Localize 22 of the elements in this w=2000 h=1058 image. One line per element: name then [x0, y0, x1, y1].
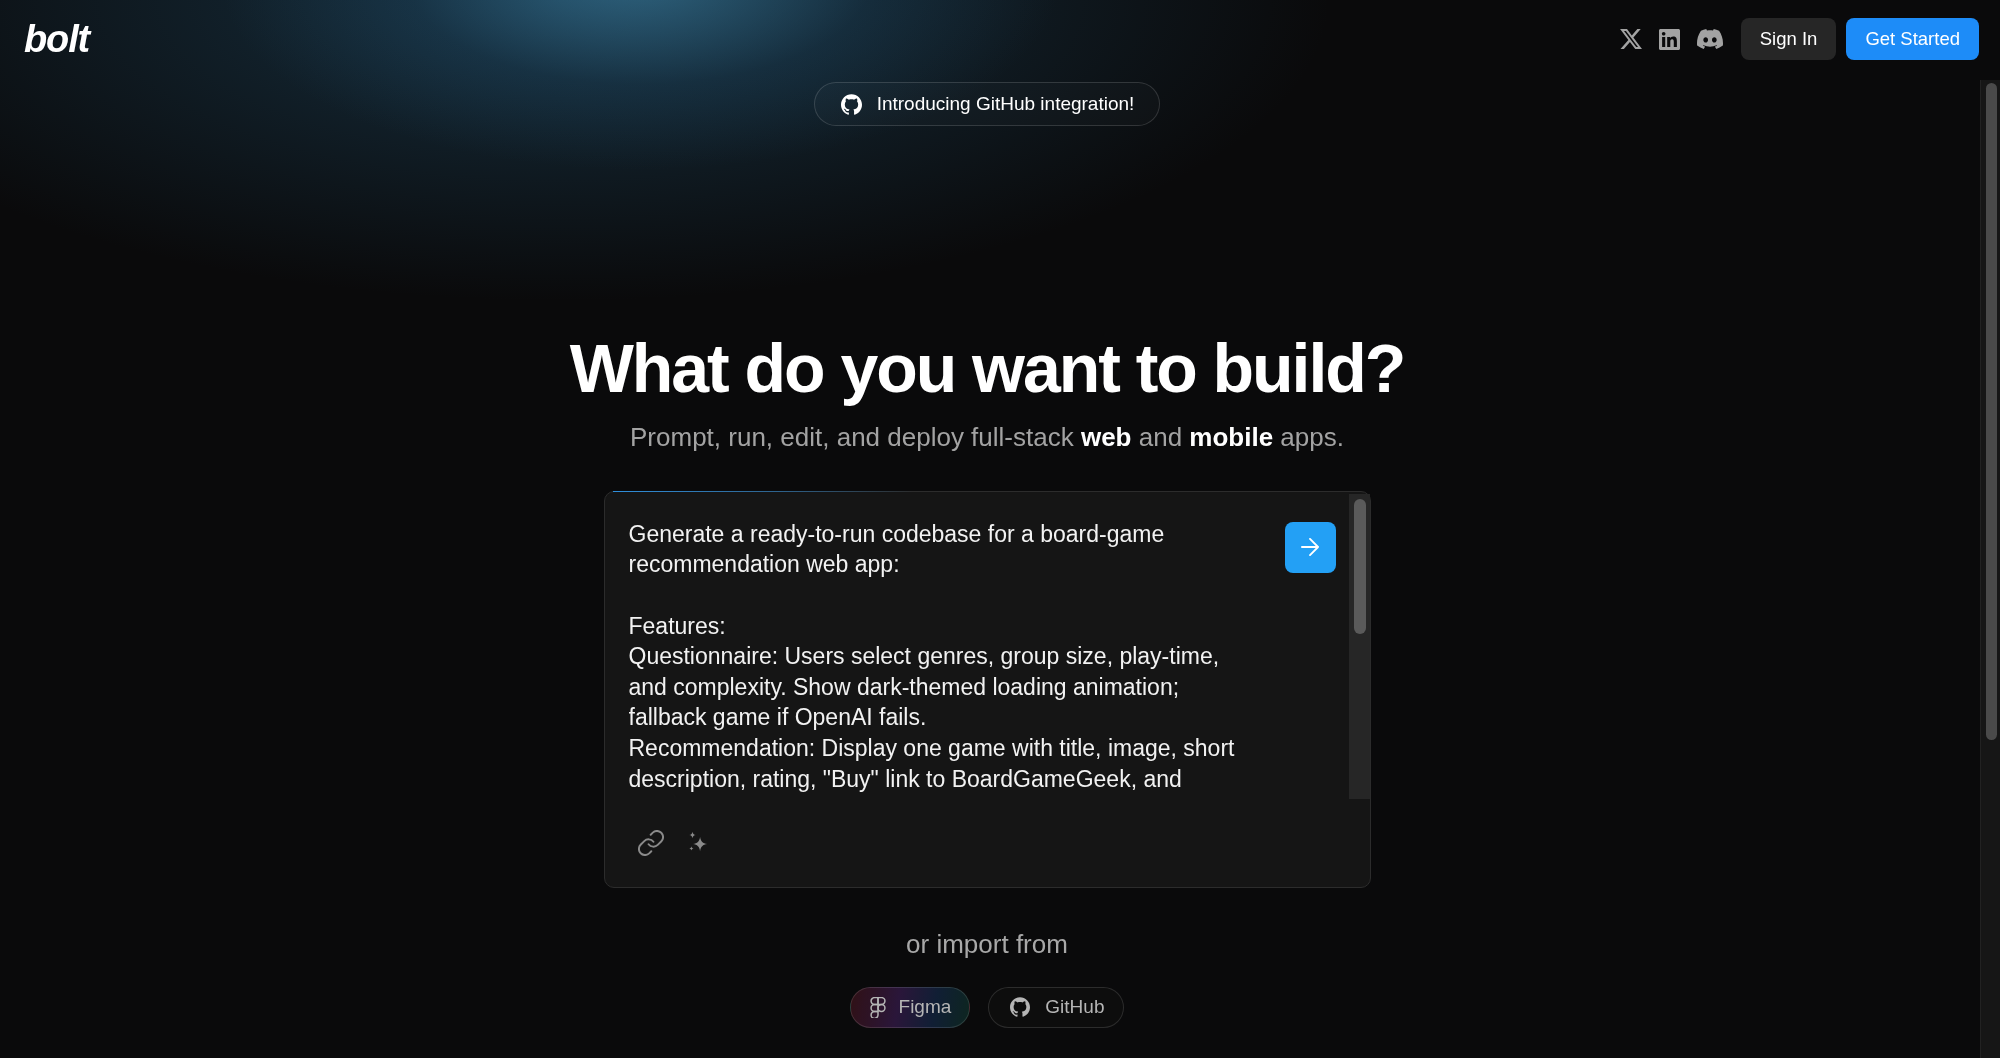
- logo[interactable]: bolt: [24, 20, 90, 58]
- import-button[interactable]: Figma: [849, 986, 971, 1028]
- scrollbar-thumb[interactable]: [1353, 498, 1366, 634]
- link-icon[interactable]: [637, 829, 664, 856]
- import-button[interactable]: GitHub: [988, 986, 1125, 1028]
- announcement-button[interactable]: Introducing GitHub integration!: [813, 82, 1161, 126]
- send-button[interactable]: [1284, 521, 1336, 573]
- figma-icon: [869, 996, 886, 1018]
- import-label: or import from: [906, 927, 1068, 961]
- headline: What do you want to build?: [569, 331, 1405, 406]
- x-logo-icon[interactable]: [1619, 29, 1642, 49]
- subtitle: Prompt, run, edit, and deploy full-stack web and mobile apps.: [630, 420, 1344, 454]
- github-icon: [840, 93, 862, 115]
- github-icon: [1010, 997, 1031, 1018]
- scrollbar[interactable]: [1348, 493, 1370, 799]
- scrollbar[interactable]: [1980, 80, 2000, 1058]
- nav-button[interactable]: Sign In: [1740, 18, 1837, 60]
- scrollbar-thumb[interactable]: [1986, 83, 1997, 740]
- prompt-input[interactable]: Generate a ready-to-run codebase for a board-game recommendation web app: Features: Questionnaire: Users select genres, group size, play-time, and complexity. Show dark-themed loading animation; fallback game if OpenAI fails. Recommendation: Display one game with title, image, short description, rating, "Buy" link to BoardGameGeek, and: [628, 518, 1247, 794]
- arrow-right-icon: [1299, 538, 1321, 557]
- linkedin-icon[interactable]: [1658, 28, 1680, 50]
- discord-icon[interactable]: [1696, 29, 1723, 49]
